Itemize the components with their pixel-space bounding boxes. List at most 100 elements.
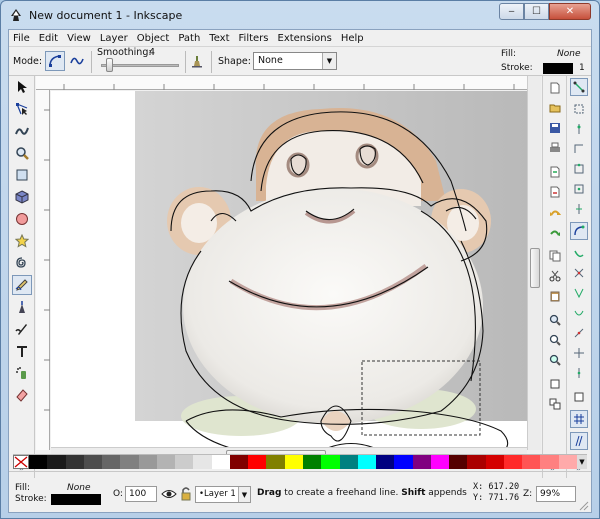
shape-dropdown[interactable]: None ▼ bbox=[253, 52, 337, 70]
duplicate-button[interactable] bbox=[547, 376, 563, 392]
menu-layer[interactable]: Layer bbox=[100, 33, 128, 44]
mode-regular-bezier-button[interactable] bbox=[45, 51, 65, 71]
status-fill-value[interactable]: None bbox=[67, 483, 90, 493]
eraser-tool[interactable] bbox=[12, 385, 32, 405]
close-button[interactable]: ✕ bbox=[549, 3, 591, 20]
snap-bbox-corner-button[interactable] bbox=[570, 140, 588, 158]
eye-icon[interactable] bbox=[161, 486, 177, 502]
snap-bbox-button[interactable] bbox=[570, 100, 588, 118]
palette-swatch[interactable] bbox=[558, 455, 577, 469]
menu-help[interactable]: Help bbox=[341, 33, 364, 44]
stroke-swatch[interactable] bbox=[543, 63, 573, 74]
paste-button[interactable] bbox=[547, 288, 563, 304]
node-tool[interactable] bbox=[12, 99, 32, 119]
status-stroke-swatch[interactable] bbox=[51, 494, 101, 505]
snap-smooth-nodes-button[interactable] bbox=[570, 304, 588, 322]
palette-swatch[interactable] bbox=[266, 455, 285, 469]
snap-bbox-edge-button[interactable] bbox=[570, 120, 588, 138]
snap-bbox-midpoint-button[interactable] bbox=[570, 160, 588, 178]
palette-swatch[interactable] bbox=[467, 455, 486, 469]
vertical-scrollbar[interactable] bbox=[527, 76, 541, 450]
zoom-tool[interactable] bbox=[12, 143, 32, 163]
palette-swatch[interactable] bbox=[29, 455, 48, 469]
use-pressure-button[interactable] bbox=[187, 51, 207, 71]
pen-tool[interactable] bbox=[12, 297, 32, 317]
palette-swatch[interactable] bbox=[229, 455, 249, 469]
export-button[interactable] bbox=[547, 184, 563, 200]
3d-box-tool[interactable] bbox=[12, 187, 32, 207]
palette-swatch[interactable] bbox=[102, 455, 121, 469]
opacity-spinbox[interactable]: 100 bbox=[125, 486, 157, 502]
undo-button[interactable] bbox=[547, 206, 563, 222]
snap-page-border-button[interactable] bbox=[570, 388, 588, 406]
palette-swatch[interactable] bbox=[430, 455, 450, 469]
horizontal-ruler[interactable] bbox=[54, 76, 527, 90]
snap-bbox-center-button[interactable] bbox=[570, 180, 588, 198]
menu-path[interactable]: Path bbox=[178, 33, 200, 44]
drawing-canvas[interactable] bbox=[51, 91, 527, 447]
maximize-button[interactable]: ☐ bbox=[524, 3, 549, 20]
new-document-button[interactable] bbox=[547, 80, 563, 96]
palette-swatch[interactable] bbox=[211, 455, 230, 469]
snap-guides-button[interactable] bbox=[570, 432, 588, 450]
palette-swatch[interactable] bbox=[376, 455, 395, 469]
snap-rotation-center-button[interactable] bbox=[570, 364, 588, 382]
text-tool[interactable] bbox=[12, 341, 32, 361]
palette-swatch[interactable] bbox=[522, 455, 541, 469]
menu-file[interactable]: File bbox=[13, 33, 30, 44]
snap-cusp-nodes-button[interactable] bbox=[570, 284, 588, 302]
snap-object-midpoint-button[interactable] bbox=[570, 344, 588, 362]
selector-tool[interactable] bbox=[12, 77, 32, 97]
zoom-page-button[interactable] bbox=[547, 352, 563, 368]
star-tool[interactable] bbox=[12, 231, 32, 251]
palette-swatch[interactable] bbox=[284, 455, 303, 469]
calligraphy-tool[interactable] bbox=[12, 319, 32, 339]
lock-icon[interactable] bbox=[179, 486, 193, 502]
smoothing-slider-handle[interactable] bbox=[106, 58, 113, 72]
palette-swatch[interactable] bbox=[394, 455, 413, 469]
palette-swatch[interactable] bbox=[449, 455, 468, 469]
snap-bbox-right-button[interactable] bbox=[570, 200, 588, 218]
palette-swatch[interactable] bbox=[339, 455, 358, 469]
menu-extensions[interactable]: Extensions bbox=[278, 33, 332, 44]
no-paint-swatch[interactable] bbox=[13, 455, 29, 469]
menu-filters[interactable]: Filters bbox=[239, 33, 269, 44]
menu-text[interactable]: Text bbox=[209, 33, 229, 44]
spiral-tool[interactable] bbox=[12, 253, 32, 273]
palette-swatch[interactable] bbox=[175, 455, 194, 469]
palette-swatch[interactable] bbox=[47, 455, 66, 469]
palette-swatch[interactable] bbox=[248, 455, 267, 469]
snap-line-midpoint-button[interactable] bbox=[570, 324, 588, 342]
layer-dropdown[interactable]: •Layer 1 ▼ bbox=[195, 486, 251, 503]
palette-swatch[interactable] bbox=[83, 455, 103, 469]
palette-scroll-button[interactable]: ▼ bbox=[576, 455, 587, 469]
snap-paths-button[interactable] bbox=[570, 244, 588, 262]
title-bar[interactable]: New document 1 - Inkscape ‒ ☐ ✕ bbox=[1, 1, 599, 29]
cut-button[interactable] bbox=[547, 268, 563, 284]
minimize-button[interactable]: ‒ bbox=[499, 3, 524, 20]
save-button[interactable] bbox=[547, 120, 563, 136]
mode-spiro-button[interactable] bbox=[67, 51, 87, 71]
menu-edit[interactable]: Edit bbox=[39, 33, 58, 44]
palette-swatch[interactable] bbox=[65, 455, 84, 469]
palette-swatch[interactable] bbox=[120, 455, 139, 469]
rectangle-tool[interactable] bbox=[12, 165, 32, 185]
ellipse-tool[interactable] bbox=[12, 209, 32, 229]
palette-swatch[interactable] bbox=[193, 455, 212, 469]
snap-grid-button[interactable] bbox=[570, 410, 588, 428]
fill-stroke-indicator[interactable]: Fill: None Stroke: 1 bbox=[497, 48, 591, 76]
palette-swatch[interactable] bbox=[540, 455, 559, 469]
menu-view[interactable]: View bbox=[67, 33, 91, 44]
palette-swatch[interactable] bbox=[138, 455, 157, 469]
print-button[interactable] bbox=[547, 140, 563, 156]
zoom-selection-button[interactable] bbox=[547, 312, 563, 328]
pencil-tool[interactable] bbox=[12, 275, 32, 295]
palette-swatch[interactable] bbox=[503, 455, 523, 469]
palette-swatch[interactable] bbox=[321, 455, 340, 469]
palette-swatch[interactable] bbox=[485, 455, 504, 469]
palette-swatch[interactable] bbox=[357, 455, 377, 469]
import-button[interactable] bbox=[547, 164, 563, 180]
open-button[interactable] bbox=[547, 100, 563, 116]
zoom-drawing-button[interactable] bbox=[547, 332, 563, 348]
resize-grip-icon[interactable] bbox=[579, 501, 589, 511]
